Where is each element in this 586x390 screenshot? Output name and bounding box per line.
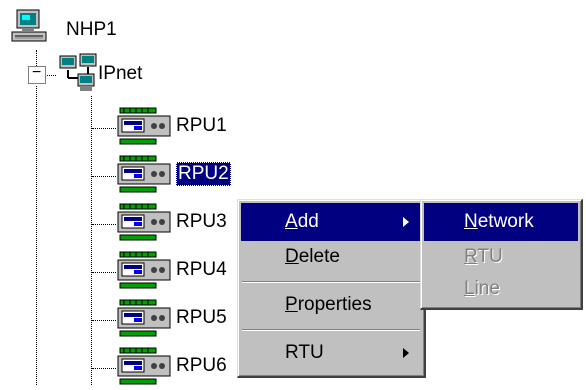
menu-item-properties[interactable]: Properties: [241, 286, 421, 324]
tree-item-label: RPU3: [176, 211, 227, 232]
minus-icon: −: [32, 64, 42, 81]
context-menu: Add Delete Properties RTU: [237, 199, 426, 378]
tree-item-label: RPU1: [176, 115, 227, 136]
tree-item-rpu[interactable]: RPU3: [116, 202, 256, 246]
submenu-item-network[interactable]: Network: [424, 203, 578, 241]
tree-connector: [92, 176, 116, 177]
menu-item-add[interactable]: Add: [241, 203, 421, 241]
tree-item-label: RPU6: [176, 355, 227, 376]
tree-expander[interactable]: −: [28, 64, 46, 84]
submenu-arrow-icon: [403, 217, 409, 227]
tree-item-label: NHP1: [66, 19, 117, 40]
tree-item-network[interactable]: IPnet: [58, 52, 178, 98]
tree-item-rpu[interactable]: RPU4: [116, 250, 256, 294]
computer-icon: [11, 9, 47, 42]
tree-connector: [92, 368, 116, 369]
menu-separator: [242, 329, 420, 331]
tree-item-rpu[interactable]: RPU5: [116, 298, 256, 342]
rpu-device-icon: [117, 347, 171, 385]
tree-item-rpu[interactable]: RPU1: [116, 106, 256, 150]
tree-item-rpu[interactable]: RPU2: [116, 154, 256, 198]
menu-item-rtu[interactable]: RTU: [241, 334, 421, 372]
tree-connector: [36, 86, 37, 385]
tree-connector: [91, 96, 92, 385]
tree-connector: [92, 224, 116, 225]
tree-item-rpu[interactable]: RPU6: [116, 346, 256, 390]
rpu-device-icon: [117, 299, 171, 337]
menu-separator: [242, 281, 420, 283]
tree-item-label: RPU4: [176, 259, 227, 280]
rpu-device-icon: [117, 251, 171, 289]
tree-connector: [92, 272, 116, 273]
menu-item-delete[interactable]: Delete: [241, 238, 421, 276]
rpu-device-icon: [117, 155, 171, 193]
tree-item-root[interactable]: NHP1: [8, 8, 128, 48]
submenu: Network RTU Line: [420, 199, 583, 310]
tree-item-label: RPU5: [176, 307, 227, 328]
rpu-device-icon: [117, 107, 171, 145]
rpu-device-icon: [117, 203, 171, 241]
tree-connector: [92, 320, 116, 321]
submenu-arrow-icon: [403, 348, 409, 358]
submenu-item-line[interactable]: Line: [424, 270, 578, 308]
tree-connector: [92, 128, 116, 129]
tree-item-label: RPU2: [176, 162, 231, 186]
tree-item-label: IPnet: [98, 63, 143, 84]
